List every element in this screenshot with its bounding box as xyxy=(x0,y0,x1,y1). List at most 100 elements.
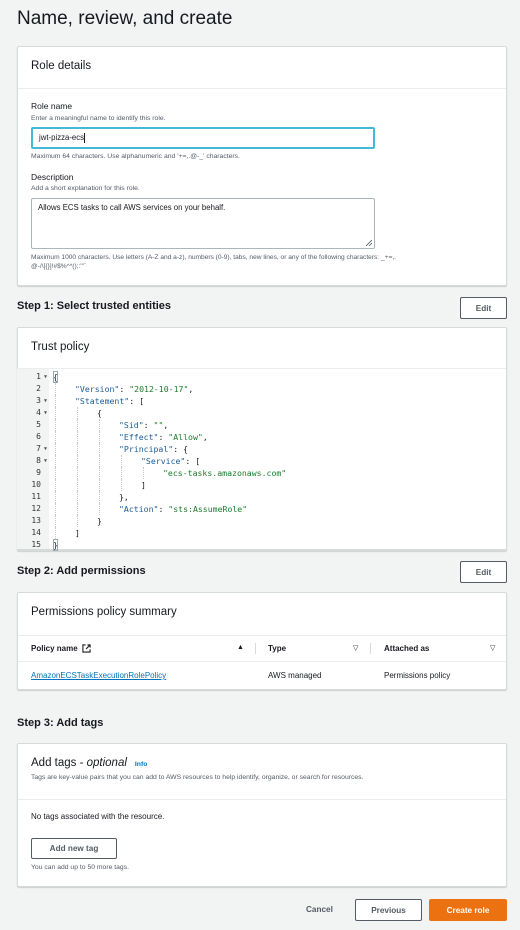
indent-guide xyxy=(55,443,56,455)
fold-toggle-icon[interactable]: ▼ xyxy=(44,371,47,383)
column-separator xyxy=(370,643,371,654)
text-cursor xyxy=(84,132,86,143)
create-role-button[interactable]: Create role xyxy=(429,899,507,921)
indent-guide xyxy=(77,443,78,455)
indent-guide xyxy=(55,503,56,515)
code-text: "Statement": [ xyxy=(75,396,145,406)
code-text: } xyxy=(97,516,102,526)
line-number: 10 xyxy=(31,480,41,489)
permissions-header: Permissions policy summary xyxy=(31,606,177,618)
indent-guide xyxy=(77,515,78,527)
trust-policy-editor[interactable]: 1 ▼{2 "Version": "2012-10-17", 3 ▼ "Statement… xyxy=(17,368,506,551)
role-details-card: Role details Role name Enter a meaningfu… xyxy=(17,46,507,286)
policy-link[interactable]: AmazonECSTaskExecutionRolePolicy xyxy=(31,671,166,680)
column-separator xyxy=(255,643,256,654)
permissions-card: Permissions policy summary Policy name ▲… xyxy=(17,592,507,690)
indent-guide xyxy=(77,503,78,515)
step1-title: Step 1: Select trusted entities xyxy=(17,300,172,312)
step3-title: Step 3: Add tags xyxy=(17,717,104,729)
line-number: 3 xyxy=(36,396,41,405)
fold-toggle-icon[interactable]: ▼ xyxy=(44,443,47,455)
code-text: ] xyxy=(141,480,146,490)
line-number: 9 xyxy=(36,468,41,477)
code-line: 2 "Version": "2012-10-17", xyxy=(17,383,506,395)
description-constraint: Maximum 1000 characters. Use letters (A-… xyxy=(31,254,397,270)
step1-edit-button[interactable]: Edit xyxy=(460,297,507,319)
indent-guide xyxy=(77,455,78,467)
info-link[interactable]: Info xyxy=(135,761,147,768)
line-number: 11 xyxy=(31,492,41,501)
line-number: 15 xyxy=(31,540,41,549)
indent-guide xyxy=(99,479,100,491)
code-lines: 1 ▼{2 "Version": "2012-10-17", 3 ▼ "Statement… xyxy=(17,371,506,551)
description-hint: Add a short explanation for this role. xyxy=(31,185,140,192)
card-divider xyxy=(18,88,506,89)
indent-guide xyxy=(55,419,56,431)
code-text: "Effect": "Allow", xyxy=(119,432,208,442)
code-text: { xyxy=(53,371,58,383)
sort-ascending-icon[interactable]: ▲ xyxy=(237,644,244,651)
indent-guide xyxy=(77,467,78,479)
sort-icon[interactable]: ▽ xyxy=(353,644,358,652)
indent-guide xyxy=(55,515,56,527)
indent-guide xyxy=(55,479,56,491)
col-attached-as[interactable]: Attached as xyxy=(384,644,429,653)
role-name-label: Role name xyxy=(31,101,73,111)
indent-guide xyxy=(99,431,100,443)
line-number: 2 xyxy=(36,384,41,393)
indent-guide xyxy=(55,431,56,443)
code-text: "Version": "2012-10-17", xyxy=(75,384,194,394)
indent-guide xyxy=(121,467,122,479)
line-number: 4 xyxy=(36,408,41,417)
tags-description: Tags are key-value pairs that you can ad… xyxy=(31,774,364,781)
code-line: 8 ▼ "Service": [ xyxy=(17,455,506,467)
code-line: 7 ▼ "Principal": { xyxy=(17,443,506,455)
indent-guide xyxy=(99,443,100,455)
indent-guide xyxy=(99,419,100,431)
indent-guide xyxy=(77,407,78,419)
indent-guide xyxy=(55,467,56,479)
line-number: 13 xyxy=(31,516,41,525)
code-text: } xyxy=(53,539,58,551)
trust-policy-header: Trust policy xyxy=(31,341,90,353)
previous-button[interactable]: Previous xyxy=(355,899,422,921)
sort-icon[interactable]: ▽ xyxy=(490,644,495,652)
indent-guide xyxy=(55,527,56,539)
indent-guide xyxy=(77,431,78,443)
code-text: "Action": "sts:AssumeRole" xyxy=(119,504,248,514)
description-label: Description xyxy=(31,172,74,182)
line-number: 14 xyxy=(31,528,41,537)
indent-guide xyxy=(77,491,78,503)
fold-toggle-icon[interactable]: ▼ xyxy=(44,455,47,467)
cancel-button[interactable]: Cancel xyxy=(306,905,333,914)
table-header-divider xyxy=(18,635,506,636)
external-link-icon xyxy=(82,644,91,653)
code-line: 15} xyxy=(17,539,506,551)
code-line: 5 "Sid": "", xyxy=(17,419,506,431)
code-line: 13} xyxy=(17,515,506,527)
col-type[interactable]: Type xyxy=(268,644,286,653)
add-new-tag-button[interactable]: Add new tag xyxy=(31,838,117,859)
code-line: 14] xyxy=(17,527,506,539)
indent-guide xyxy=(99,491,100,503)
code-text: "Sid": "", xyxy=(119,420,169,430)
resize-grip-icon[interactable] xyxy=(366,240,372,246)
code-line: 1 ▼ { xyxy=(17,371,506,383)
indent-guide xyxy=(99,467,100,479)
role-name-input[interactable]: jwt-pizza-ecs xyxy=(31,127,375,149)
code-line: 4 ▼ { xyxy=(17,407,506,419)
code-text: "Principal": { xyxy=(119,444,189,454)
page-title: Name, review, and create xyxy=(17,8,233,29)
step2-edit-button[interactable]: Edit xyxy=(460,561,507,583)
description-value: Allows ECS tasks to call AWS services on… xyxy=(38,203,226,212)
indent-guide xyxy=(55,491,56,503)
code-text: "ecs-tasks.amazonaws.com" xyxy=(163,468,287,478)
col-policy-name[interactable]: Policy name xyxy=(31,644,91,653)
tags-card: Add tags - optional Info Tags are key-va… xyxy=(17,743,507,887)
line-number: 1 xyxy=(36,372,41,381)
fold-toggle-icon[interactable]: ▼ xyxy=(44,395,47,407)
fold-toggle-icon[interactable]: ▼ xyxy=(44,407,47,419)
description-textarea[interactable]: Allows ECS tasks to call AWS services on… xyxy=(31,198,375,249)
code-text: }, xyxy=(119,492,129,502)
indent-guide xyxy=(121,455,122,467)
